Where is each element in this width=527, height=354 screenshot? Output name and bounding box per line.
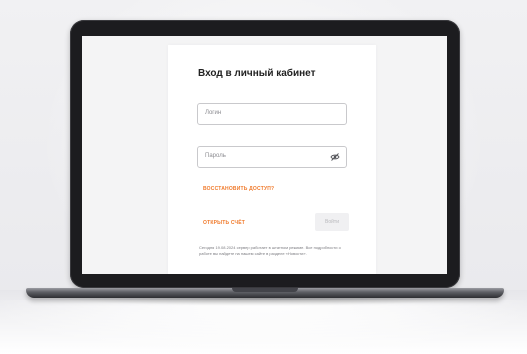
login-button[interactable]: Войти: [315, 213, 349, 231]
password-field[interactable]: Пароль: [197, 146, 347, 168]
eye-slash-icon[interactable]: [330, 152, 340, 162]
login-title: Вход в личный кабинет: [198, 68, 316, 79]
login-placeholder: Логин: [205, 110, 222, 116]
desk-highlight: [0, 300, 527, 354]
server-notice: Сегодня 19.08.2024 cервер работает в шта…: [199, 245, 341, 256]
password-placeholder: Пароль: [205, 153, 226, 159]
login-field[interactable]: Логин: [197, 103, 347, 125]
restore-access-link[interactable]: ВОССТАНОВИТЬ ДОСТУП?: [203, 186, 274, 192]
open-account-link[interactable]: ОТКРЫТЬ СЧЁТ: [203, 220, 245, 226]
laptop-shadow: [60, 298, 470, 306]
laptop-notch: [232, 288, 298, 292]
